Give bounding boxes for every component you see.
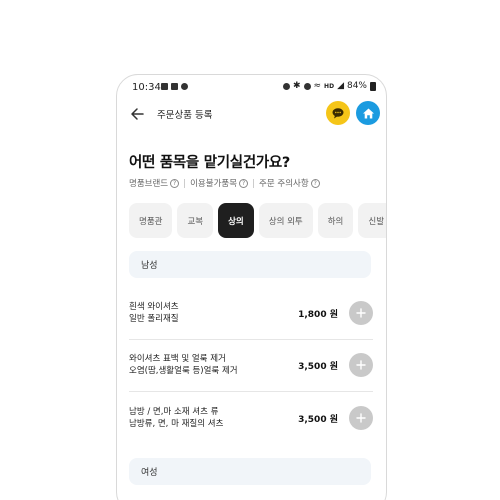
home-button[interactable] xyxy=(356,101,380,125)
item-description: 남방류, 면, 마 재질의 셔츠 xyxy=(129,419,224,429)
battery-icon xyxy=(370,81,376,91)
info-link-order-notes[interactable]: 주문 주의사항 ? xyxy=(259,177,320,189)
hd-label: HD xyxy=(324,82,335,90)
category-tab[interactable]: 교복 xyxy=(177,203,214,238)
item-name: 남방 / 면,마 소재 셔츠 류 xyxy=(129,407,219,417)
item-price: 3,500 원 xyxy=(298,415,338,425)
page-title: 주문상품 등록 xyxy=(157,110,213,121)
add-item-button[interactable] xyxy=(349,301,373,325)
arrow-left-icon[interactable] xyxy=(129,106,145,122)
status-time: 10:34 xyxy=(132,82,161,93)
question-heading: 어떤 품목을 맡기실건가요? xyxy=(129,155,291,171)
question-mark-icon: ? xyxy=(310,178,320,188)
info-link-restricted-items[interactable]: 이용불가품목 ? xyxy=(190,177,249,189)
divider xyxy=(129,391,373,392)
info-link-brands[interactable]: 명품브랜드 ? xyxy=(129,177,180,189)
category-tab[interactable]: 상의 외투 xyxy=(258,203,313,238)
signal-icon: ◢ xyxy=(337,81,344,91)
info-link-label: 주문 주의사항 xyxy=(259,179,309,189)
section-header-female: 여성 xyxy=(129,458,371,485)
message-icon xyxy=(171,83,178,90)
plus-icon xyxy=(356,360,366,370)
plus-icon xyxy=(356,413,366,423)
divider xyxy=(184,178,186,188)
home-icon xyxy=(362,108,374,118)
info-link-label: 이용불가품목 xyxy=(190,179,238,189)
item-description: 오염(땀,생활얼룩 등)얼룩 제거 xyxy=(129,366,238,376)
vibrate-icon xyxy=(303,82,311,90)
info-links: 명품브랜드 ? 이용불가품목 ? 주문 주의사항 ? xyxy=(129,177,320,189)
chat-button[interactable] xyxy=(326,101,350,125)
notification-icons xyxy=(161,83,188,90)
question-mark-icon: ? xyxy=(239,178,249,188)
category-tab[interactable]: 신발 xyxy=(358,203,386,238)
category-tab-selected[interactable]: 상의 xyxy=(218,203,254,238)
status-right-icons: ✱ ≈ HD ◢ 84% xyxy=(282,81,376,91)
battery-percent: 84% xyxy=(346,81,367,91)
divider xyxy=(253,178,255,188)
wifi-icon: ≈ xyxy=(313,81,322,91)
bluetooth-icon: ✱ xyxy=(292,81,301,91)
status-bar: 10:34 ✱ ≈ HD ◢ 84% xyxy=(117,75,386,101)
item-price: 3,500 원 xyxy=(298,362,338,372)
phone-frame: 10:34 ✱ ≈ HD ◢ 84% 주문상품 등록 어떤 품목을 맡기실건가요… xyxy=(116,74,387,500)
item-name: 흰색 와이셔츠 xyxy=(129,302,179,312)
category-tab[interactable]: 하의 xyxy=(317,203,354,238)
list-item: 흰색 와이셔츠 일반 폴리재질 1,800 원 xyxy=(129,301,373,354)
category-tabs: 명품관 교복 상의 상의 외투 하의 신발 가 xyxy=(129,203,386,238)
list-item: 남방 / 면,마 소재 셔츠 류 남방류, 면, 마 재질의 셔츠 3,500 … xyxy=(129,406,373,459)
add-item-button[interactable] xyxy=(349,406,373,430)
add-item-button[interactable] xyxy=(349,353,373,377)
item-name: 와이셔츠 표백 및 얼룩 제거 xyxy=(129,354,226,364)
alarm-icon xyxy=(282,82,290,90)
item-description: 일반 폴리재질 xyxy=(129,314,179,324)
app-header: 주문상품 등록 xyxy=(117,101,386,127)
divider xyxy=(129,339,373,340)
chat-notification-icon xyxy=(181,83,188,90)
item-price: 1,800 원 xyxy=(298,310,338,320)
category-tab[interactable]: 명품관 xyxy=(129,203,173,238)
chat-bubble-icon xyxy=(332,108,344,119)
question-mark-icon: ? xyxy=(170,178,180,188)
gallery-icon xyxy=(161,83,168,90)
info-link-label: 명품브랜드 xyxy=(129,179,169,189)
list-item: 와이셔츠 표백 및 얼룩 제거 오염(땀,생활얼룩 등)얼룩 제거 3,500 … xyxy=(129,353,373,406)
plus-icon xyxy=(356,308,366,318)
section-header-male: 남성 xyxy=(129,251,371,278)
